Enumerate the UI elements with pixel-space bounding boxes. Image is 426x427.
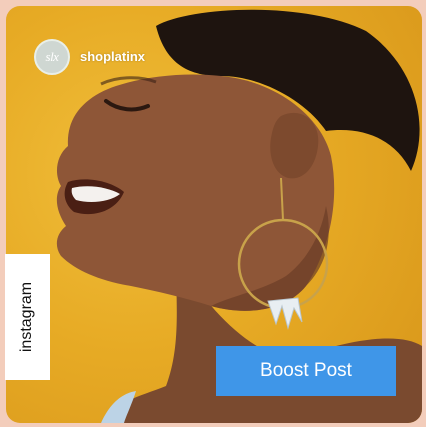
platform-label: instagram [18, 281, 36, 353]
avatar-initials: slx [45, 49, 59, 64]
platform-label-box: instagram [5, 254, 50, 380]
profile-avatar[interactable]: slx [34, 39, 70, 75]
profile-username[interactable]: shoplatinx [80, 49, 145, 64]
boost-post-button[interactable]: Boost Post [216, 346, 396, 396]
post-preview-frame: slx shoplatinx instagram Boost Post [0, 0, 426, 427]
